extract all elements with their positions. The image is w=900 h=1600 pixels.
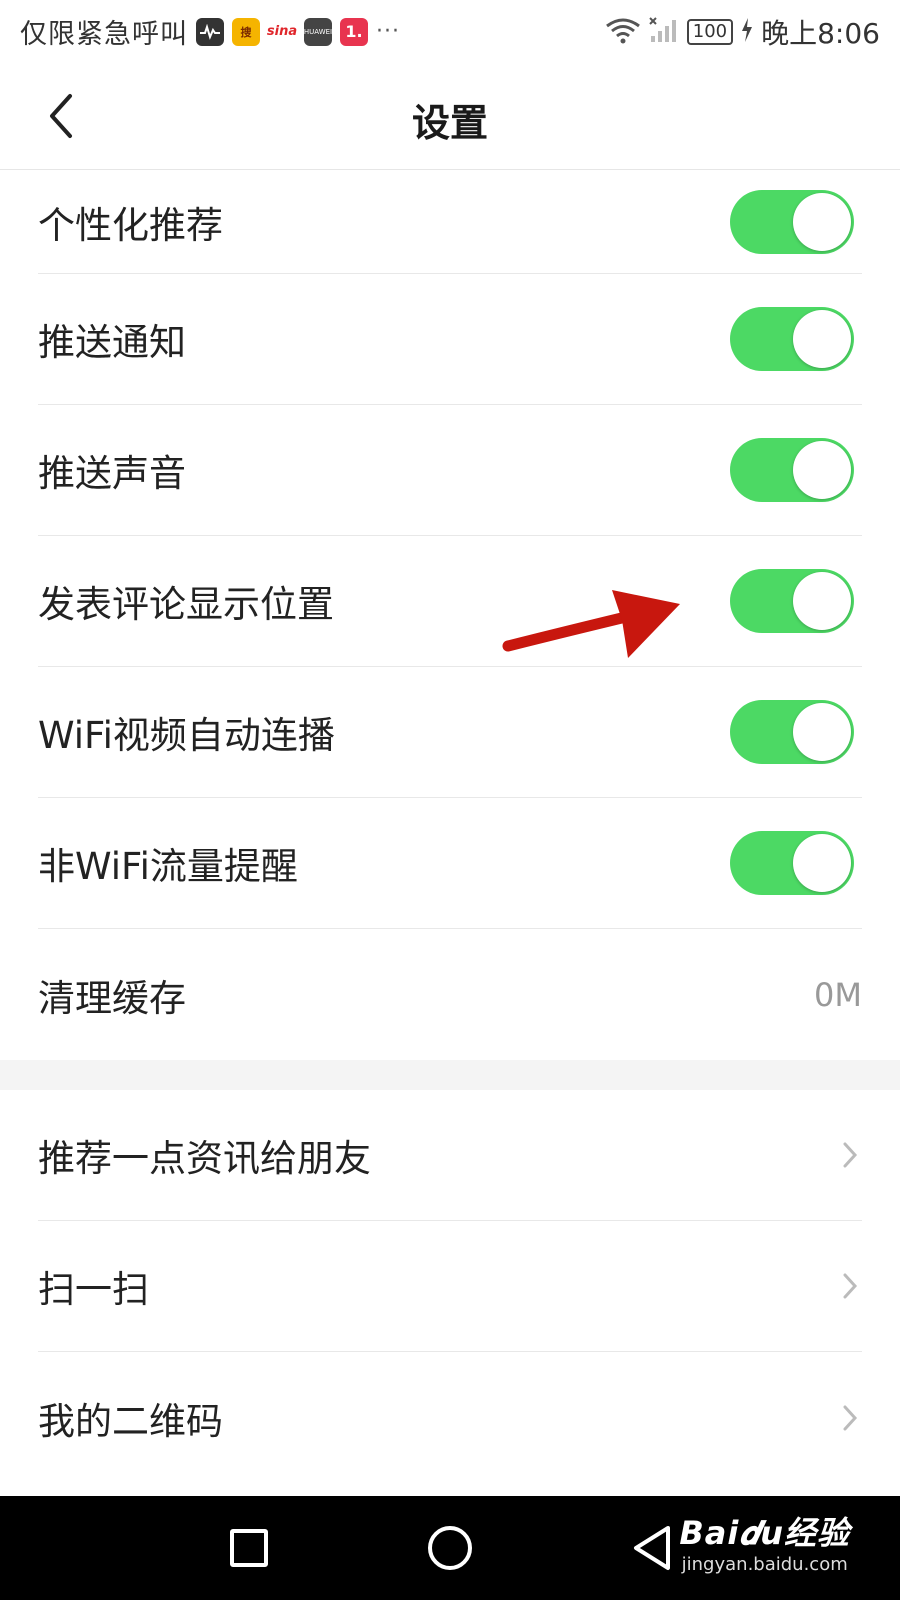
carrier-text: 仅限紧急呼叫 bbox=[20, 19, 188, 50]
watermark-main: Bai𝒅u经验 bbox=[679, 1514, 850, 1552]
status-right: 100 晚上8:06 bbox=[605, 12, 880, 52]
push-sound-toggle[interactable] bbox=[730, 438, 854, 502]
toggle-knob bbox=[793, 703, 851, 761]
wifi-autoplay-toggle[interactable] bbox=[730, 700, 854, 764]
setting-label: 个性化推荐 bbox=[38, 203, 223, 247]
battery-indicator: 100 bbox=[686, 19, 734, 45]
toggle-knob bbox=[793, 310, 851, 368]
pulse-app-icon bbox=[196, 17, 224, 46]
push-notify-toggle[interactable] bbox=[730, 307, 854, 371]
charging-icon bbox=[741, 18, 753, 46]
chevron-right-icon bbox=[843, 1405, 858, 1430]
setting-row-wifi-autoplay: WiFi视频自动连播 bbox=[38, 667, 862, 798]
settings-list: 个性化推荐 推送通知 推送声音 发表评论显示位置 WiFi视频自动连播 非WiF… bbox=[0, 170, 900, 1483]
baidu-jingyan-watermark: Bai𝒅u经验 jingyan.baidu.com bbox=[679, 1508, 850, 1575]
data-alert-toggle[interactable] bbox=[730, 831, 854, 895]
setting-label: 推送通知 bbox=[38, 321, 186, 364]
red-arrow-annotation bbox=[502, 590, 680, 658]
setting-row-push-sound: 推送声音 bbox=[38, 405, 862, 536]
app-header: 设置 bbox=[0, 62, 900, 170]
recent-apps-button[interactable] bbox=[230, 1529, 268, 1567]
menu-row-qrcode[interactable]: 我的二维码 bbox=[38, 1352, 862, 1483]
section-divider bbox=[0, 1060, 900, 1090]
sina-app-icon: sina bbox=[266, 24, 298, 39]
status-left: 仅限紧急呼叫 搜 sina HUAWEI 1. ··· bbox=[20, 12, 400, 51]
menu-label: 我的二维码 bbox=[38, 1399, 223, 1443]
setting-row-clear-cache[interactable]: 清理缓存 0M bbox=[38, 929, 862, 1060]
toggle-knob bbox=[793, 572, 851, 630]
setting-label: 非WiFi流量提醒 bbox=[38, 845, 298, 888]
toggle-knob bbox=[793, 834, 851, 892]
menu-label: 扫一扫 bbox=[38, 1268, 149, 1311]
huawei-app-icon: HUAWEI bbox=[304, 17, 332, 46]
setting-row-push-notify: 推送通知 bbox=[38, 274, 862, 405]
comment-location-toggle[interactable] bbox=[730, 569, 854, 633]
setting-row-personalized: 个性化推荐 bbox=[38, 170, 862, 274]
one-app-icon: 1. bbox=[340, 17, 368, 46]
more-notifications-icon: ··· bbox=[376, 19, 400, 44]
chevron-right-icon bbox=[843, 1273, 858, 1299]
home-button[interactable] bbox=[428, 1526, 472, 1570]
toggle-knob bbox=[793, 192, 851, 251]
toggle-knob bbox=[793, 441, 851, 499]
setting-row-data-alert: 非WiFi流量提醒 bbox=[38, 798, 862, 929]
clock: 晚上8:06 bbox=[761, 17, 880, 50]
wifi-icon bbox=[605, 16, 641, 48]
watermark-url: jingyan.baidu.com bbox=[681, 1554, 848, 1575]
page-title: 设置 bbox=[411, 101, 488, 145]
signal-icon bbox=[649, 16, 679, 48]
chevron-right-icon bbox=[843, 1142, 858, 1168]
setting-label: 发表评论显示位置 bbox=[38, 583, 334, 626]
setting-row-comment-location: 发表评论显示位置 bbox=[38, 536, 862, 667]
setting-label: 推送声音 bbox=[38, 452, 186, 495]
system-nav-bar: Bai𝒅u经验 jingyan.baidu.com bbox=[0, 1496, 900, 1600]
nav-back-button[interactable] bbox=[630, 1524, 674, 1572]
menu-row-recommend[interactable]: 推荐一点资讯给朋友 bbox=[38, 1090, 862, 1221]
menu-label: 推荐一点资讯给朋友 bbox=[38, 1137, 371, 1180]
setting-label: 清理缓存 bbox=[38, 976, 186, 1020]
menu-row-scan[interactable]: 扫一扫 bbox=[38, 1221, 862, 1352]
sogou-app-icon: 搜 bbox=[232, 17, 260, 46]
setting-label: WiFi视频自动连播 bbox=[38, 714, 335, 757]
personalized-toggle[interactable] bbox=[730, 189, 854, 254]
cache-size-value: 0M bbox=[814, 975, 862, 1014]
status-bar: 仅限紧急呼叫 搜 sina HUAWEI 1. ··· 100 晚上8:06 bbox=[0, 0, 900, 62]
